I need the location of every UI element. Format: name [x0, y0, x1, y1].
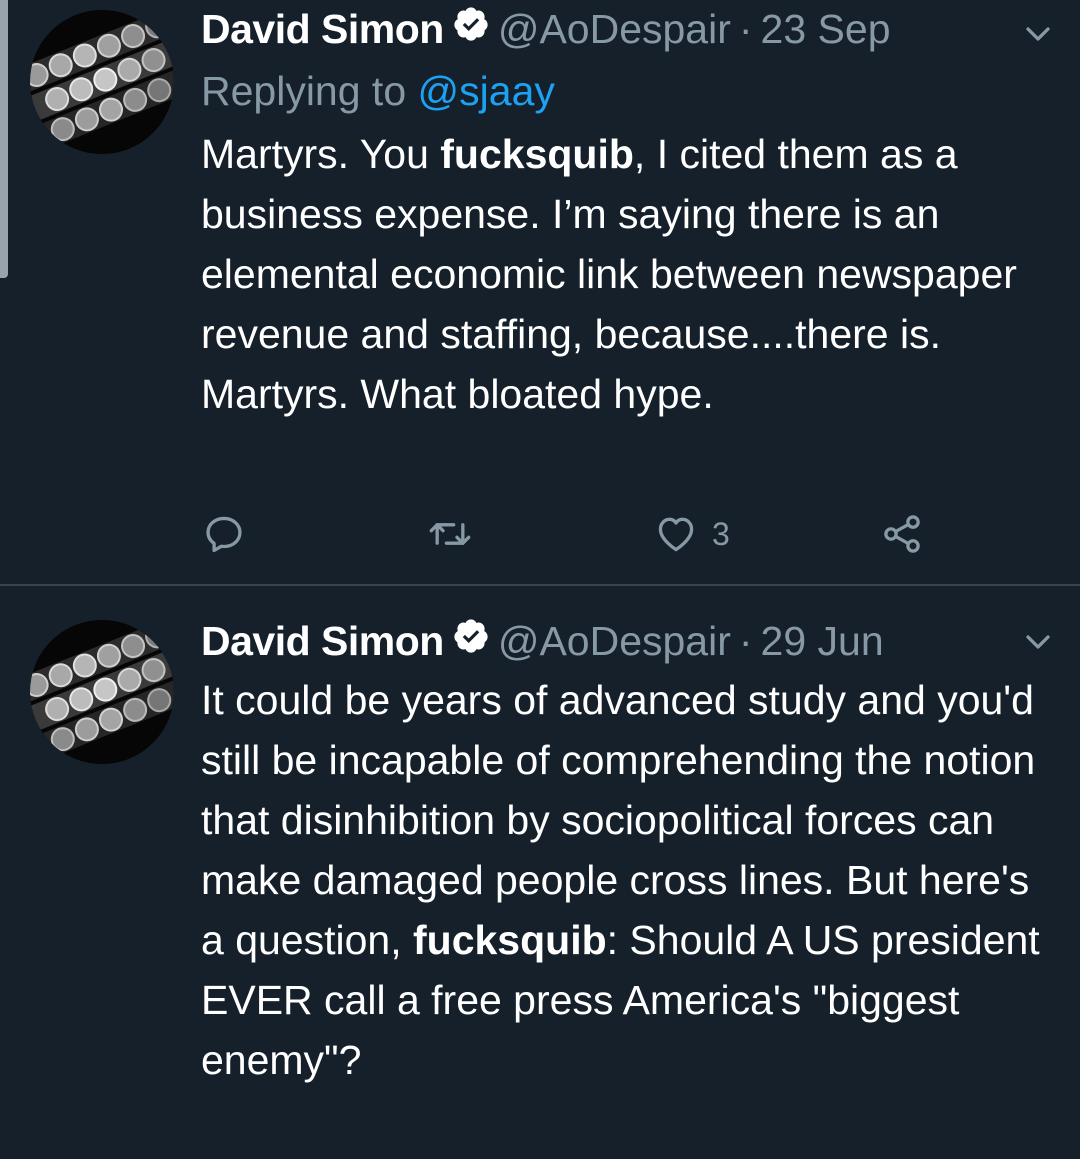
replying-to-label: Replying to [201, 68, 407, 114]
tweet-header: David Simon @AoDespair · 23 Sep [201, 4, 891, 54]
replying-to-handle[interactable]: @sjaay [418, 68, 555, 114]
tweet-text-bold: fucksquib [440, 131, 634, 177]
reply-bubble-icon [206, 516, 242, 553]
avatar[interactable] [30, 10, 174, 154]
author-handle[interactable]: @AoDespair [498, 618, 731, 664]
like-button[interactable]: 3 [654, 506, 730, 562]
tweet-header: David Simon @AoDespair · 29 Jun [201, 616, 884, 666]
verified-badge-icon [452, 616, 490, 666]
replying-to-line: Replying to @sjaay [201, 66, 555, 116]
verified-badge-icon [452, 4, 490, 54]
author-name[interactable]: David Simon [201, 618, 444, 664]
like-count: 3 [712, 515, 730, 552]
chevron-down-icon[interactable] [1018, 622, 1058, 662]
tweet-text-bold: fucksquib [413, 917, 607, 963]
author-handle[interactable]: @AoDespair [498, 6, 731, 52]
heart-icon [658, 517, 694, 552]
tweet-actions: 3 [0, 506, 1080, 562]
reply-button[interactable] [202, 506, 246, 562]
avatar[interactable] [30, 620, 174, 764]
share-icon [884, 515, 920, 553]
avatar-image [30, 620, 174, 764]
avatar-image [30, 10, 174, 154]
share-button[interactable] [880, 506, 924, 562]
chevron-down-icon[interactable] [1018, 14, 1058, 54]
separator: · [738, 6, 753, 52]
author-name[interactable]: David Simon [201, 6, 444, 52]
tweet-text: Martyrs. You fucksquib, I cited them as … [201, 124, 1061, 424]
tweet-text: It could be years of advanced study and … [201, 670, 1061, 1090]
separator: · [738, 618, 753, 664]
retweet-button[interactable] [426, 506, 474, 562]
timestamp[interactable]: 23 Sep [761, 6, 891, 52]
timestamp[interactable]: 29 Jun [761, 618, 884, 664]
retweet-icon [429, 523, 471, 545]
tweet-text-part: Martyrs. You [201, 131, 441, 177]
